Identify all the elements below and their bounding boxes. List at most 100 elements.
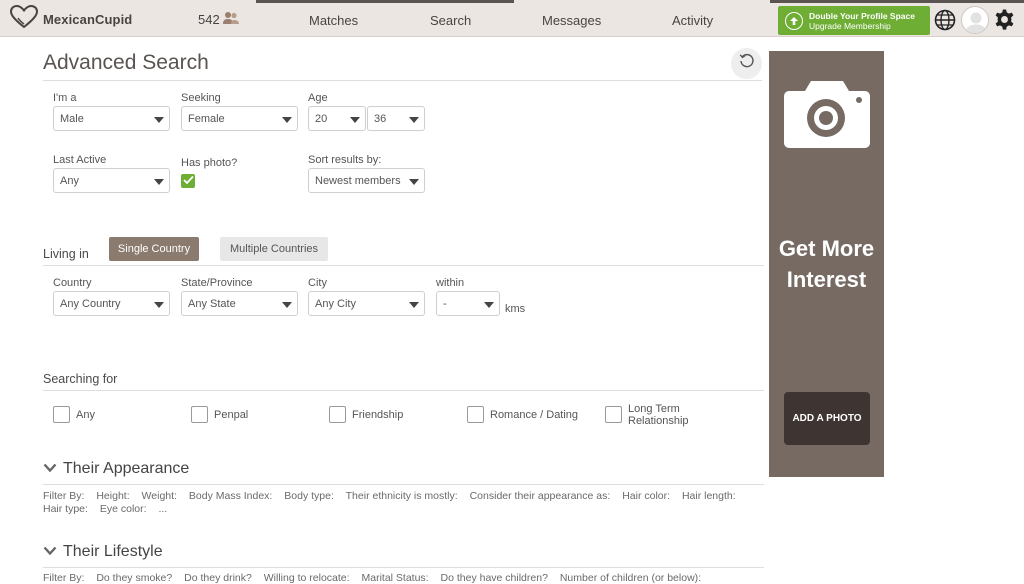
- ad-headline-line1: Get More: [778, 236, 875, 261]
- age-min-value: 20: [315, 112, 328, 125]
- title-divider: [43, 80, 762, 81]
- checkbox-long-term-relationship[interactable]: [605, 406, 622, 423]
- filter-ethnicity[interactable]: Their ethnicity is mostly:: [346, 490, 458, 502]
- seeking-select[interactable]: Female: [181, 106, 298, 131]
- gear-icon[interactable]: [993, 8, 1016, 36]
- appearance-divider: [43, 484, 764, 485]
- ad-headline: Get More Interest: [769, 233, 884, 295]
- filter-weight[interactable]: Weight:: [142, 490, 177, 502]
- add-a-photo-button[interactable]: ADD A PHOTO: [784, 392, 870, 445]
- add-photo-ad-panel: Get More Interest ADD A PHOTO: [769, 51, 884, 477]
- city-value: Any City: [315, 297, 356, 310]
- filter-bmi[interactable]: Body Mass Index:: [189, 490, 272, 502]
- count-value: 542: [198, 12, 220, 27]
- seeking-label: Seeking: [181, 92, 221, 104]
- checkbox-penpal[interactable]: [191, 406, 208, 423]
- last-active-label: Last Active: [53, 154, 107, 166]
- lifestyle-accordion-header[interactable]: Their Lifestyle: [43, 543, 163, 561]
- filter-hair-color[interactable]: Hair color:: [622, 490, 670, 502]
- site-logo[interactable]: MexicanCupid: [9, 4, 133, 34]
- last-active-select[interactable]: Any: [53, 168, 170, 193]
- country-select[interactable]: Any Country: [53, 291, 170, 316]
- within-select[interactable]: -: [436, 291, 500, 316]
- within-label: within: [436, 277, 465, 289]
- chevron-down-icon: [154, 117, 164, 123]
- checkbox-penpal-label: Penpal: [214, 409, 249, 421]
- lifestyle-divider: [43, 567, 764, 568]
- people-icon: [222, 11, 239, 28]
- nav-messages[interactable]: Messages: [542, 13, 601, 28]
- checkmark-icon: [182, 172, 194, 190]
- chevron-down-icon: [409, 179, 419, 185]
- logo-text: MexicanCupid: [43, 11, 133, 27]
- nav-strip-right: [770, 0, 1024, 3]
- age-max-select[interactable]: 36: [367, 106, 425, 131]
- nav-search[interactable]: Search: [430, 13, 471, 28]
- chevron-down-icon: [484, 302, 494, 308]
- upload-arrow-icon: [785, 11, 803, 30]
- state-label: State/Province: [181, 277, 253, 289]
- filter-label: Filter By:: [43, 572, 85, 584]
- chevron-down-icon: [282, 117, 292, 123]
- filter-body-type[interactable]: Body type:: [284, 490, 334, 502]
- filter-height[interactable]: Height:: [96, 490, 129, 502]
- globe-icon[interactable]: [934, 9, 956, 36]
- filter-relocate[interactable]: Willing to relocate:: [264, 572, 350, 584]
- tab-multiple-countries[interactable]: Multiple Countries: [220, 237, 328, 261]
- city-select[interactable]: Any City: [308, 291, 425, 316]
- page-title: Advanced Search: [43, 51, 209, 74]
- appearance-accordion-header[interactable]: Their Appearance: [43, 460, 189, 478]
- sort-select[interactable]: Newest members: [308, 168, 425, 193]
- checkbox-any[interactable]: [53, 406, 70, 423]
- filter-smoke[interactable]: Do they smoke?: [96, 572, 172, 584]
- upgrade-membership-button[interactable]: Double Your Profile Space Upgrade Member…: [778, 6, 930, 35]
- searching-for-divider: [43, 390, 764, 391]
- chevron-down-icon: [282, 302, 292, 308]
- filter-hair-length[interactable]: Hair length:: [682, 490, 736, 502]
- within-value: -: [443, 297, 447, 310]
- lifestyle-filter-list: Filter By: Do they smoke? Do they drink?…: [43, 572, 710, 584]
- searching-for-label: Searching for: [43, 372, 118, 386]
- nav-matches[interactable]: Matches: [309, 13, 358, 28]
- filter-eye-color[interactable]: Eye color:: [100, 503, 147, 515]
- appearance-title: Their Appearance: [63, 460, 190, 477]
- filter-number-children[interactable]: Number of children (or below):: [560, 572, 701, 584]
- filter-marital-status[interactable]: Marital Status:: [361, 572, 428, 584]
- last-active-value: Any: [60, 174, 79, 187]
- nav-activity[interactable]: Activity: [672, 13, 713, 28]
- top-navigation-bar: MexicanCupid 542 Matches Search Messages…: [0, 0, 1024, 37]
- has-photo-checkbox[interactable]: [181, 174, 195, 188]
- filter-have-children[interactable]: Do they have children?: [441, 572, 548, 584]
- country-label: Country: [53, 277, 92, 289]
- tab-single-country[interactable]: Single Country: [109, 237, 199, 261]
- age-min-select[interactable]: 20: [308, 106, 366, 131]
- avatar[interactable]: [961, 6, 989, 34]
- reset-icon: [738, 52, 756, 75]
- filter-appearance[interactable]: Consider their appearance as:: [470, 490, 611, 502]
- country-value: Any Country: [60, 297, 121, 310]
- checkbox-friendship[interactable]: [329, 406, 346, 423]
- im-a-value: Male: [60, 112, 84, 125]
- filter-drink[interactable]: Do they drink?: [184, 572, 252, 584]
- heart-logo-icon: [9, 4, 39, 34]
- filter-more[interactable]: ...: [158, 503, 167, 515]
- appearance-filter-list: Filter By: Height: Weight: Body Mass Ind…: [43, 490, 745, 502]
- chevron-down-icon: [43, 460, 57, 478]
- state-select[interactable]: Any State: [181, 291, 298, 316]
- chevron-down-icon: [154, 302, 164, 308]
- lifestyle-title: Their Lifestyle: [63, 543, 163, 560]
- filter-hair-type[interactable]: Hair type:: [43, 503, 88, 515]
- state-value: Any State: [188, 297, 236, 310]
- ad-headline-line2: Interest: [786, 267, 867, 292]
- has-photo-label: Has photo?: [181, 157, 238, 169]
- sort-value: Newest members: [315, 174, 401, 187]
- appearance-filter-list-2: Hair type: Eye color: ...: [43, 503, 176, 515]
- checkbox-friendship-label: Friendship: [352, 409, 404, 421]
- checkbox-romance-dating[interactable]: [467, 406, 484, 423]
- reset-search-button[interactable]: [731, 48, 762, 79]
- city-label: City: [308, 277, 327, 289]
- interest-count[interactable]: 542: [198, 11, 239, 28]
- im-a-select[interactable]: Male: [53, 106, 170, 131]
- age-max-value: 36: [374, 112, 387, 125]
- filter-label: Filter By:: [43, 490, 85, 502]
